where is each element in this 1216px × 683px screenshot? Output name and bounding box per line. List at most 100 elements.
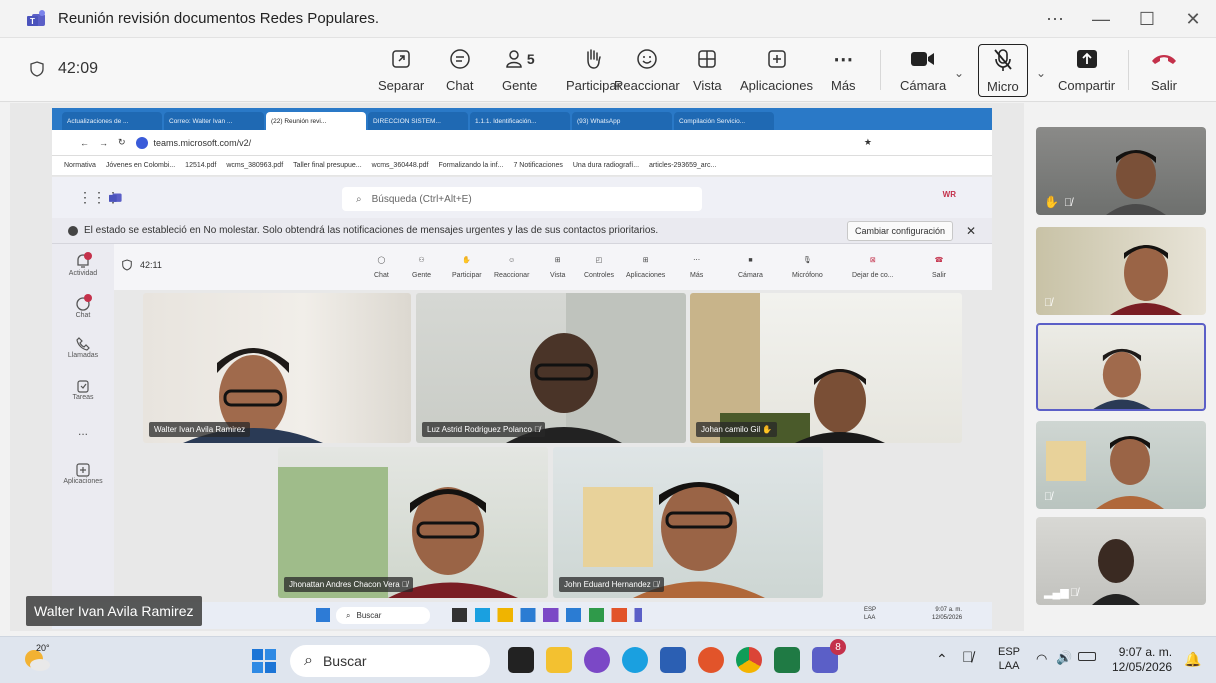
vista-button[interactable]: Vista xyxy=(693,46,722,93)
bookmark[interactable]: Jóvenes en Colombi... xyxy=(106,162,175,169)
browser-tab[interactable]: Actualizaciones de ... xyxy=(62,112,162,130)
powerpoint-icon[interactable] xyxy=(698,647,724,673)
separar-button[interactable]: Separar xyxy=(378,46,424,93)
reaccionar-button[interactable]: Reaccionar xyxy=(614,46,680,93)
browser-tab[interactable]: 1.1.1. Identificación... xyxy=(470,112,570,130)
chevron-up-icon[interactable]: ⌃ xyxy=(936,651,948,668)
rail-item-aplicaciones[interactable]: Aplicaciones xyxy=(52,462,114,485)
participant-thumbnail[interactable]: 🎙̸ xyxy=(1036,421,1206,509)
teams-taskbar-icon[interactable]: 8 xyxy=(812,639,846,673)
volume-icon[interactable]: 🔊 xyxy=(1056,650,1072,666)
inner-salir-button[interactable]: ☎ Salir xyxy=(932,250,946,279)
chat-button[interactable]: Chat xyxy=(446,46,473,93)
inner-chat-button[interactable]: ◯ Chat xyxy=(374,250,389,279)
compartir-button[interactable]: Compartir xyxy=(1058,46,1115,93)
inner-search-input[interactable]: ⌕ Búsqueda (Ctrl+Alt+E) xyxy=(342,187,702,211)
browser-address-bar[interactable]: ← → ↻ teams.microsoft.com/v2/ ★ xyxy=(52,130,992,156)
avatar[interactable]: WR xyxy=(943,190,956,199)
svg-text:T: T xyxy=(30,17,35,26)
copilot-icon[interactable] xyxy=(584,647,610,673)
inner-gente-button[interactable]: ⚇ Gente xyxy=(412,250,431,279)
maximize-button[interactable]: ☐ xyxy=(1124,0,1170,38)
inner-dejar-button[interactable]: ⊠ Dejar de co... xyxy=(852,250,894,279)
more-options-icon[interactable]: ⋯ xyxy=(1032,0,1078,38)
word-icon[interactable] xyxy=(660,647,686,673)
inner-camara-button[interactable]: ■ Cámara xyxy=(738,250,763,280)
aplicaciones-button[interactable]: Aplicaciones xyxy=(740,46,813,93)
close-icon[interactable]: ✕ xyxy=(966,224,976,238)
chrome-icon[interactable] xyxy=(736,647,762,673)
video-tile[interactable]: Johan camilo Gil ✋ xyxy=(690,293,962,443)
url-text[interactable]: teams.microsoft.com/v2/ xyxy=(154,138,252,148)
browser-tab-active[interactable]: (22) Reunión revi... xyxy=(266,112,366,130)
reload-icon[interactable]: ↻ xyxy=(118,137,126,148)
mic-off-icon[interactable]: 🎙̸ xyxy=(962,649,973,666)
inner-reaccionar-button[interactable]: ☺ Reaccionar xyxy=(494,250,529,280)
inner-aplicaciones-button[interactable]: ⊞ Aplicaciones xyxy=(626,250,665,279)
bookmark[interactable]: Formalizando la inf... xyxy=(438,162,503,169)
micro-button[interactable]: Micro xyxy=(978,44,1028,97)
language-indicator[interactable]: ESP LAA xyxy=(998,645,1020,673)
bookmark[interactable]: Una dura radiografí... xyxy=(573,162,639,169)
browser-tab[interactable]: Compilación Servicio... xyxy=(674,112,774,130)
participant-thumbnail[interactable]: ✋ 🎙̸ xyxy=(1036,127,1206,215)
mas-button[interactable]: ⋯ Más xyxy=(831,46,856,94)
inner-controles-button[interactable]: ◰ Controles xyxy=(584,250,614,279)
timer-text: 42:09 xyxy=(58,60,99,77)
video-tile[interactable]: Luz Astrid Rodriguez Polanco 🎙̸ xyxy=(416,293,686,443)
camera-options-chevron-icon[interactable]: ⌄ xyxy=(954,66,964,80)
windows-start-icon[interactable] xyxy=(252,649,276,673)
rail-item-actividad[interactable]: Actividad xyxy=(52,252,114,277)
chat-icon xyxy=(449,49,470,69)
participar-button[interactable]: Participar xyxy=(566,46,621,93)
battery-icon[interactable] xyxy=(1078,652,1096,661)
wifi-icon[interactable]: ◠ xyxy=(1036,651,1047,667)
camara-button[interactable]: Cámara xyxy=(900,46,946,93)
browser-tab[interactable]: Correo: Walter Ivan ... xyxy=(164,112,264,130)
participant-thumbnail[interactable]: ▂▄▆ 🎙̸ xyxy=(1036,517,1206,605)
bookmark[interactable]: 7 Notificaciones xyxy=(513,162,562,169)
change-settings-button[interactable]: Cambiar configuración xyxy=(847,221,953,241)
video-tile[interactable]: John Eduard Hernandez 🎙̸ xyxy=(553,447,823,598)
taskbar-search[interactable]: ⌕ Buscar xyxy=(290,645,490,677)
rail-item-chat[interactable]: Chat xyxy=(52,294,114,319)
file-explorer-icon[interactable] xyxy=(546,647,572,673)
close-button[interactable]: ✕ xyxy=(1170,0,1216,38)
excel-icon[interactable] xyxy=(774,647,800,673)
gente-button[interactable]: 5 Gente xyxy=(502,46,537,93)
edge-icon[interactable] xyxy=(622,647,648,673)
video-tile[interactable]: Jhonattan Andres Chacon Vera 🎙̸ xyxy=(278,447,548,598)
inner-vista-button[interactable]: ⊞ Vista xyxy=(550,250,565,279)
browser-tab[interactable]: (93) WhatsApp xyxy=(572,112,672,130)
rail-item-tareas[interactable]: Tareas xyxy=(52,378,114,401)
inner-taskbar-search[interactable]: ⌕ Buscar xyxy=(336,607,430,624)
mic-options-chevron-icon[interactable]: ⌄ xyxy=(1036,66,1046,80)
bookmark-star-icon[interactable]: ★ xyxy=(864,137,872,148)
participant-thumbnail-active[interactable] xyxy=(1036,323,1206,411)
notifications-icon[interactable]: 🔔 xyxy=(1184,651,1201,668)
rail-item-more[interactable]: ... xyxy=(52,424,114,438)
windows-start-icon[interactable] xyxy=(316,608,330,622)
browser-tab[interactable]: DIRECCION SISTEM... xyxy=(368,112,468,130)
inner-microfono-button[interactable]: 🎙 Micrófono xyxy=(792,250,823,279)
bookmark[interactable]: wcms_380963.pdf xyxy=(226,162,283,169)
minimize-button[interactable]: — xyxy=(1078,0,1124,38)
inner-participar-button[interactable]: ✋ Participar xyxy=(452,250,482,279)
video-tile[interactable]: Walter Ivan Avila Ramirez xyxy=(143,293,411,443)
rail-item-llamadas[interactable]: Llamadas xyxy=(52,336,114,359)
back-icon[interactable]: ← xyxy=(80,138,89,148)
inner-mas-button[interactable]: ⋯ Más xyxy=(690,250,703,279)
bookmark[interactable]: Normativa xyxy=(64,162,96,169)
task-view-icon[interactable] xyxy=(508,647,534,673)
participant-thumbnail[interactable]: 🎙̸ xyxy=(1036,227,1206,315)
bookmark[interactable]: wcms_360448.pdf xyxy=(372,162,429,169)
bookmark[interactable]: Taller final presupue... xyxy=(293,162,361,169)
bookmark[interactable]: 12514.pdf xyxy=(185,162,216,169)
inner-taskbar-lang[interactable]: ESP LAA xyxy=(864,606,876,622)
clock[interactable]: 9:07 a. m. 12/05/2026 xyxy=(1112,645,1172,675)
forward-icon[interactable]: → xyxy=(99,138,108,148)
bookmark[interactable]: articles-293659_arc... xyxy=(649,162,716,169)
weather-widget[interactable]: 20° xyxy=(22,643,52,675)
salir-button[interactable]: Salir xyxy=(1150,46,1178,93)
inner-taskbar-clock[interactable]: 9:07 a. m. 12/05/2026 xyxy=(932,606,962,622)
